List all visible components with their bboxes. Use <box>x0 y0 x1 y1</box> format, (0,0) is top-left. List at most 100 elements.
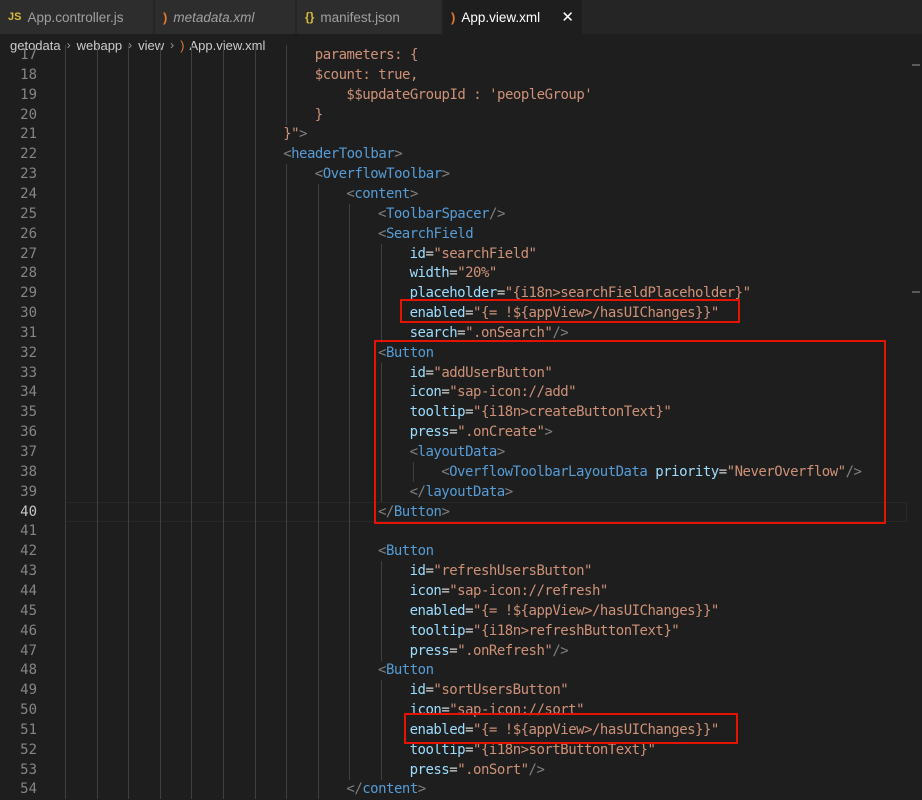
indent-guide <box>96 680 98 701</box>
indent-guide <box>128 600 130 621</box>
highlight-box-enabled-sort-button <box>404 713 738 744</box>
indent-guide <box>128 64 130 85</box>
xml-file-icon: ) <box>163 9 168 25</box>
indent-guide <box>223 203 224 224</box>
indent-guide <box>191 144 193 165</box>
indent-guide <box>191 422 193 443</box>
indent-guide <box>159 620 161 641</box>
code-editor[interactable]: 54 </content> 53 press=".onSort"/> 52 tooltip… <box>0 45 922 800</box>
line-number: 19 <box>20 86 37 103</box>
indent-guide <box>159 382 161 403</box>
indent-guide <box>254 183 256 204</box>
code-line[interactable]: 24 <content> <box>0 183 922 204</box>
indent-guide <box>254 303 256 324</box>
code-line[interactable]: 46 tooltip="{i18n>refreshButtonText}" <box>0 620 922 641</box>
indent-guide <box>65 342 66 363</box>
indent-guide <box>191 263 193 284</box>
indent-guide <box>191 541 193 562</box>
code-line[interactable]: 25 <ToolbarSpacer/> <box>0 203 922 224</box>
code-line[interactable]: 42 <Button <box>0 541 922 562</box>
code-line[interactable]: 54 </content> <box>0 779 922 800</box>
tab-label: App.controller.js <box>27 9 124 25</box>
indent-guide <box>159 223 161 244</box>
indent-guide <box>286 461 288 482</box>
indent-guide <box>349 580 351 601</box>
indent-guide <box>191 362 193 383</box>
indent-guide <box>96 422 98 443</box>
indent-guide <box>128 640 130 661</box>
code-token: Button <box>385 543 434 560</box>
indent-guide <box>254 362 256 383</box>
tab-metadata-xml[interactable]: ) metadata.xml <box>155 0 296 34</box>
indent-guide <box>349 501 351 522</box>
indent-guide <box>223 322 224 343</box>
indent-guide <box>65 442 66 462</box>
indent-guide <box>381 620 382 641</box>
tab-manifest-json[interactable]: {} manifest.json <box>297 0 442 34</box>
indent-guide <box>254 461 256 482</box>
code-token: parameters: { <box>314 47 419 63</box>
indent-guide <box>223 779 224 800</box>
indent-guide <box>254 680 256 701</box>
code-line[interactable]: 26 <SearchField <box>0 223 922 244</box>
indent-guide <box>65 45 66 65</box>
code-line[interactable]: 49 id="sortUsersButton" <box>0 680 922 701</box>
indent-guide <box>96 362 98 383</box>
tab-label: App.view.xml <box>461 9 541 25</box>
indent-guide <box>159 164 161 185</box>
indent-guide <box>254 501 256 522</box>
indent-guide <box>286 382 288 403</box>
indent-guide <box>191 481 193 502</box>
line-number: 38 <box>20 463 37 480</box>
editor-scrollbar[interactable] <box>908 56 922 800</box>
code-token: = <box>465 741 474 758</box>
indent-guide <box>128 84 130 105</box>
indent-guide <box>317 243 319 264</box>
code-line[interactable]: 22 <headerToolbar> <box>0 144 922 165</box>
indent-guide <box>191 45 193 65</box>
indent-guide <box>254 521 256 542</box>
indent-guide <box>159 64 161 85</box>
code-line[interactable]: 28 width="20%" <box>0 263 922 284</box>
tab-app-controller-js[interactable]: JS App.controller.js <box>0 0 154 34</box>
code-line[interactable]: 48 <Button <box>0 660 922 681</box>
indent-guide <box>128 541 130 562</box>
indent-guide <box>65 243 66 264</box>
tab-app-view-xml[interactable]: ) App.view.xml ✕ <box>443 0 583 34</box>
code-line[interactable]: 21}"> <box>0 124 922 145</box>
indent-guide <box>96 660 98 681</box>
code-token: < <box>378 543 386 560</box>
indent-guide <box>317 402 319 423</box>
indent-guide <box>223 640 224 661</box>
indent-guide <box>349 739 351 760</box>
code-line[interactable]: 23 <OverflowToolbar> <box>0 164 922 185</box>
indent-guide <box>349 203 351 224</box>
code-token: = <box>465 602 474 619</box>
close-icon[interactable]: ✕ <box>561 8 574 26</box>
indent-guide <box>96 640 98 661</box>
line-number: 32 <box>20 344 37 361</box>
code-line[interactable]: 27 id="searchField" <box>0 243 922 264</box>
indent-guide <box>96 442 98 462</box>
code-token: width <box>409 265 450 282</box>
code-line[interactable]: 18 $count: true, <box>0 64 922 85</box>
code-line[interactable]: 41 <box>0 521 922 542</box>
indent-guide <box>191 164 193 185</box>
indent-guide <box>286 481 288 502</box>
code-line[interactable]: 17 parameters: { <box>0 45 922 65</box>
code-token: > <box>299 126 307 143</box>
indent-guide <box>223 164 224 185</box>
code-line[interactable]: 53 press=".onSort"/> <box>0 759 922 780</box>
indent-guide <box>349 382 351 403</box>
indent-guide <box>96 322 98 343</box>
indent-guide <box>159 561 161 582</box>
indent-guide <box>286 45 288 65</box>
code-line[interactable]: 47 press=".onRefresh"/> <box>0 640 922 661</box>
code-line[interactable]: 19 $$updateGroupId : 'peopleGroup' <box>0 84 922 105</box>
indent-guide <box>159 501 161 522</box>
code-line[interactable]: 44 icon="sap-icon://refresh" <box>0 580 922 601</box>
code-text: <SearchField <box>378 224 474 244</box>
code-line[interactable]: 45 enabled="{= !${appView>/hasUIChanges}}… <box>0 600 922 621</box>
code-line[interactable]: 43 id="refreshUsersButton" <box>0 561 922 582</box>
code-line[interactable]: 20} <box>0 104 922 125</box>
